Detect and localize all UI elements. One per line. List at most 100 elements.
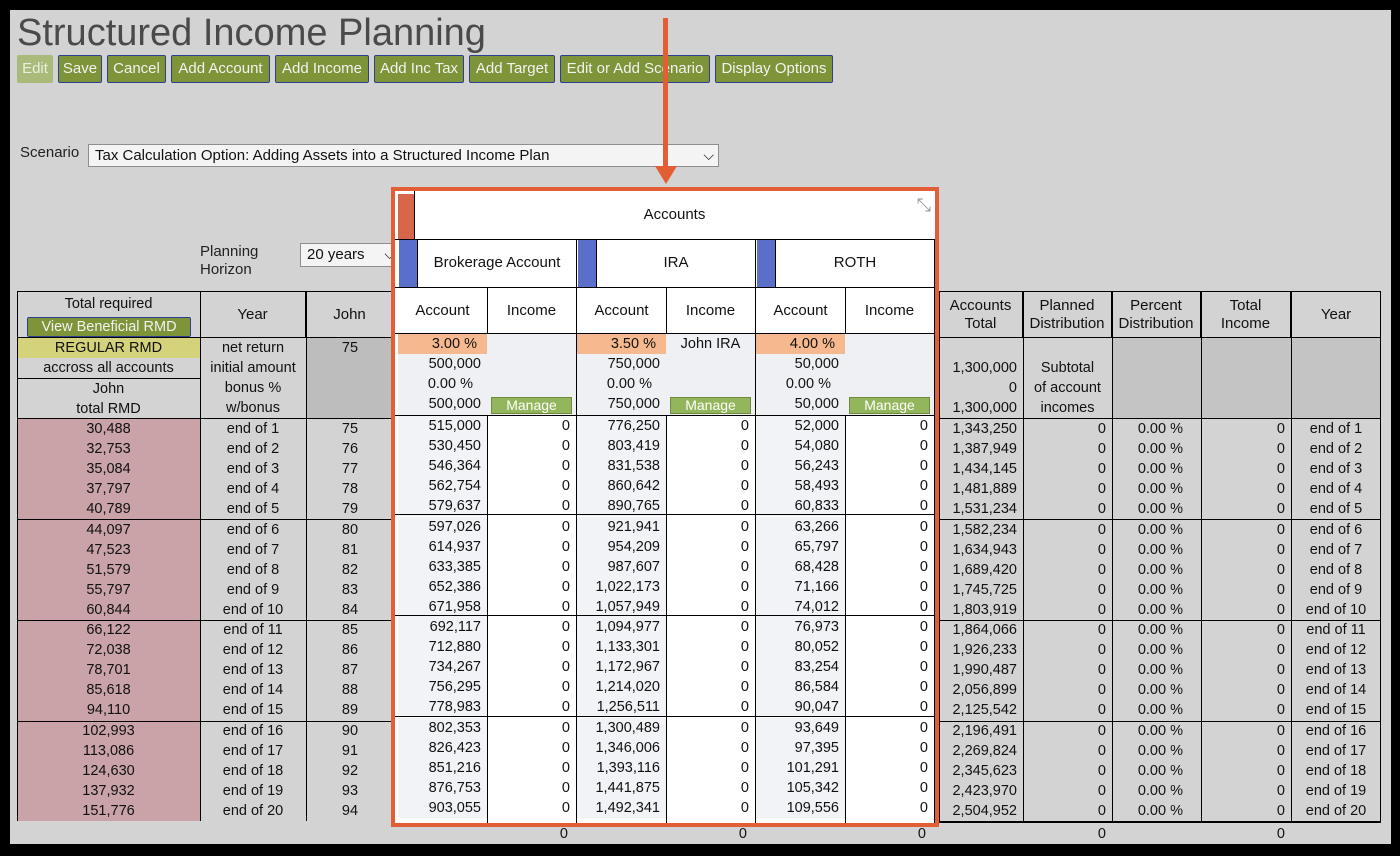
bonus-value[interactable]: 0.00 %	[577, 374, 666, 394]
year-label: end of 8	[226, 561, 280, 578]
accounts-total-value: 2,056,899	[952, 682, 1017, 699]
manage-button[interactable]: Manage	[670, 397, 751, 414]
income-value: 0	[740, 719, 749, 736]
net-return-value[interactable]: 3.50 %	[577, 334, 666, 354]
year-right-label: end of 11	[1306, 622, 1366, 638]
income-value: 0	[561, 518, 570, 535]
accounts-total-header: Accounts Total	[939, 291, 1023, 338]
net-return-value[interactable]: 4.00 %	[756, 334, 845, 354]
initial-amount-value[interactable]: 750,000	[577, 354, 666, 374]
age-value: 82	[341, 561, 359, 578]
account-value: 802,353	[398, 717, 487, 738]
rmd-value: 113,086	[82, 742, 135, 759]
account-value: 97,395	[756, 737, 845, 758]
add-inc-tax-button[interactable]: Add Inc Tax	[374, 55, 464, 83]
rmd-value: 30,488	[86, 421, 131, 437]
income-value: 0	[561, 538, 570, 555]
income-value: 0	[919, 518, 928, 535]
account-value: 851,216	[398, 757, 487, 778]
w-bonus-value: 750,000	[607, 396, 660, 412]
save-button[interactable]: Save	[58, 55, 102, 83]
add-account-button[interactable]: Add Account	[171, 55, 270, 83]
panel-marker	[398, 194, 414, 239]
scenario-select[interactable]: Tax Calculation Option: Adding Assets in…	[88, 144, 719, 167]
percent-distribution-value: 0.00 %	[1137, 802, 1183, 819]
total-income-value: 0	[1276, 622, 1285, 638]
initial-amount-label: initial amount	[210, 360, 296, 376]
income-value: 0	[561, 598, 570, 615]
percent-distribution-value: 0.00 %	[1137, 441, 1183, 458]
edit-or-add-scenario-button[interactable]: Edit or Add Scenario	[560, 55, 710, 83]
manage-button[interactable]: Manage	[491, 397, 572, 414]
account-value: 530,450	[398, 436, 487, 457]
age-value: 93	[341, 782, 359, 799]
initial-amount-value[interactable]: 500,000	[398, 354, 487, 374]
year-label: end of 13	[222, 662, 284, 679]
w-bonus-value: 500,000	[428, 396, 481, 412]
rmd-value: 72,038	[86, 642, 131, 659]
total-income-value: 0	[1276, 581, 1285, 598]
add-target-button[interactable]: Add Target	[469, 55, 555, 83]
account-value: 1,441,875	[577, 777, 666, 798]
income-value: 0	[561, 418, 570, 434]
rmd-value: 124,630	[82, 762, 135, 779]
scenario-label: Scenario	[20, 144, 80, 161]
account-value: 1,172,967	[577, 657, 666, 678]
year-label: end of 5	[226, 501, 280, 518]
planning-horizon-select[interactable]: 20 years ⌵	[300, 243, 400, 267]
account-name: Brokerage Account	[433, 254, 561, 271]
add-income-button[interactable]: Add Income	[275, 55, 369, 83]
income-value: 0	[919, 458, 928, 475]
rmd-value: 60,844	[86, 601, 131, 618]
view-beneficial-rmd-button[interactable]: View Beneficial RMD	[27, 317, 191, 337]
account-value: 1,094,977	[577, 617, 666, 637]
income-value: 0	[740, 799, 749, 816]
income-value: 0	[740, 518, 749, 535]
age-value: 77	[341, 461, 359, 478]
percent-distribution-value: 0.00 %	[1137, 722, 1183, 739]
year-label: end of 18	[222, 762, 284, 779]
account-value: 68,428	[756, 556, 845, 577]
account-header: Account	[773, 302, 828, 319]
accounts-total-value: 2,125,542	[952, 702, 1017, 719]
bonus-value[interactable]: 0.00 %	[398, 374, 487, 394]
initial-amount-value[interactable]: 50,000	[756, 354, 845, 374]
year-right-label: end of 6	[1309, 521, 1363, 538]
accounts-total-value: 1,434,145	[952, 461, 1017, 478]
planned-distribution-value: 0	[1097, 521, 1106, 538]
bonus-value[interactable]: 0.00 %	[756, 374, 845, 394]
accounts-total-value: 1,864,066	[952, 622, 1017, 638]
total-income-value: 0	[1276, 642, 1285, 659]
income-value: 0	[561, 639, 570, 656]
age-value: 87	[341, 662, 359, 679]
account-name: ROTH	[833, 254, 877, 271]
income-value: 0	[561, 578, 570, 595]
total-rmd-label: total RMD	[76, 401, 141, 417]
rmd-value: 55,797	[86, 581, 131, 598]
net-return-value[interactable]: 3.00 %	[398, 334, 487, 354]
age-value: 92	[341, 762, 359, 779]
percent-distribution-value: 0.00 %	[1137, 782, 1183, 799]
income-value: 0	[561, 779, 570, 796]
accounts-total-value: 1,343,250	[952, 421, 1017, 437]
planned-distribution-value: 0	[1097, 662, 1106, 679]
planned-distribution-value: 0	[1097, 461, 1106, 478]
planned-distribution-value: 0	[1097, 421, 1106, 437]
account-value: 1,256,511	[577, 697, 666, 718]
display-options-button[interactable]: Display Options	[715, 55, 833, 83]
income-value: 0	[919, 799, 928, 816]
account-value: 1,300,489	[577, 717, 666, 738]
year-label: end of 7	[226, 541, 280, 558]
account-value: 52,000	[756, 416, 845, 436]
collapse-arrows-icon[interactable]: ⤡	[917, 195, 931, 216]
cancel-button[interactable]: Cancel	[107, 55, 166, 83]
accounts-total-value: 1,803,919	[952, 601, 1017, 618]
income-value: 0	[919, 538, 928, 555]
income-value: 0	[740, 619, 749, 635]
footer-total-income: 0	[1276, 826, 1285, 842]
edit-button[interactable]: Edit	[17, 55, 53, 83]
manage-button[interactable]: Manage	[849, 397, 930, 414]
account-value: 109,556	[756, 797, 845, 818]
age-value: 78	[341, 481, 359, 498]
year-label: end of 17	[222, 742, 284, 759]
